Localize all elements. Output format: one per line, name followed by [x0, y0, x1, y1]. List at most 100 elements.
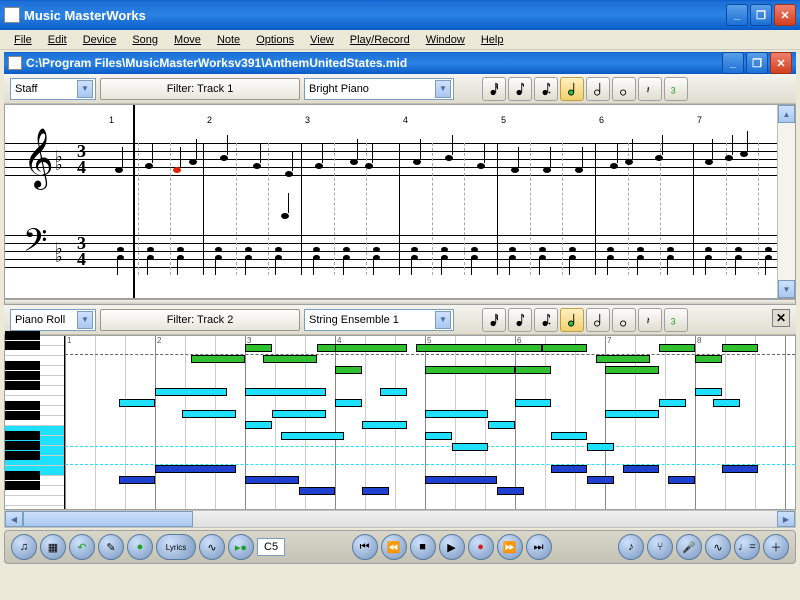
note-block[interactable]: [362, 421, 407, 429]
note-block[interactable]: [668, 476, 695, 484]
note-sixteenth-button[interactable]: [482, 308, 506, 332]
undo-icon[interactable]: ↶: [69, 534, 95, 560]
menu-file[interactable]: File: [6, 32, 40, 48]
tuning-fork-icon[interactable]: ⑂: [647, 534, 673, 560]
chevron-down-icon[interactable]: ▼: [435, 311, 451, 329]
note-block[interactable]: [605, 366, 659, 374]
note-block[interactable]: [119, 399, 155, 407]
note-block[interactable]: [722, 465, 758, 473]
note-block[interactable]: [659, 344, 695, 352]
menu-help[interactable]: Help: [473, 32, 512, 48]
filter-track2-button[interactable]: Filter: Track 2: [100, 309, 300, 331]
note-rest-button[interactable]: 𝄽: [638, 308, 662, 332]
note-block[interactable]: [722, 344, 758, 352]
note-block[interactable]: [272, 410, 326, 418]
menu-song[interactable]: Song: [124, 32, 166, 48]
note-eighth-button[interactable]: [508, 308, 532, 332]
pen-icon[interactable]: ✎: [98, 534, 124, 560]
note-block[interactable]: [155, 465, 236, 473]
staff-icon[interactable]: ♫: [11, 534, 37, 560]
note-block[interactable]: [542, 344, 587, 352]
menu-options[interactable]: Options: [248, 32, 302, 48]
note-block[interactable]: [695, 355, 722, 363]
note-block[interactable]: [245, 344, 272, 352]
minimize-button[interactable]: _: [726, 4, 748, 26]
note-quarter-button[interactable]: [560, 308, 584, 332]
scroll-right-icon[interactable]: ▶: [777, 511, 795, 527]
note-sixteenth-button[interactable]: [482, 77, 506, 101]
volume-icon[interactable]: ∿: [705, 534, 731, 560]
piano-key[interactable]: [5, 416, 64, 426]
wave-icon[interactable]: ∿: [199, 534, 225, 560]
transport-rewind[interactable]: ⏪: [381, 534, 407, 560]
menu-playrecord[interactable]: Play/Record: [342, 32, 418, 48]
note-triplet-button[interactable]: 3: [664, 308, 688, 332]
lyrics-icon[interactable]: Lyrics: [156, 534, 196, 560]
menu-window[interactable]: Window: [418, 32, 473, 48]
note-block[interactable]: [155, 388, 227, 396]
note-block[interactable]: [695, 388, 722, 396]
note-block[interactable]: [245, 388, 326, 396]
transport-record[interactable]: ●: [468, 534, 494, 560]
add-icon[interactable]: ＋: [763, 534, 789, 560]
note-block[interactable]: [605, 410, 659, 418]
menu-view[interactable]: View: [302, 32, 342, 48]
piano-key[interactable]: [5, 496, 64, 506]
note-block[interactable]: [659, 399, 686, 407]
note-block[interactable]: [623, 465, 659, 473]
note-block[interactable]: [425, 366, 515, 374]
staff-vscrollbar[interactable]: ▲ ▼: [777, 105, 795, 298]
note-block[interactable]: [551, 432, 587, 440]
note-block[interactable]: [713, 399, 740, 407]
chevron-down-icon[interactable]: ▼: [77, 311, 93, 329]
voice-icon[interactable]: ♪: [618, 534, 644, 560]
maximize-button[interactable]: ❐: [750, 4, 772, 26]
note-block[interactable]: [515, 366, 551, 374]
note-half-button[interactable]: [586, 77, 610, 101]
instrument-select-2[interactable]: String Ensemble 1 ▼: [304, 309, 454, 331]
note-eighth-dotted-button[interactable]: [534, 308, 558, 332]
view-select-pianoroll[interactable]: Piano Roll ▼: [10, 309, 96, 331]
piano-key[interactable]: [5, 486, 64, 496]
chevron-down-icon[interactable]: ▼: [435, 80, 451, 98]
piano-key[interactable]: [5, 346, 64, 356]
note-block[interactable]: [425, 476, 497, 484]
pianoroll-view[interactable]: 12345678: [4, 335, 796, 510]
note-block[interactable]: [515, 399, 551, 407]
note-triplet-button[interactable]: 3: [664, 77, 688, 101]
note-eighth-dotted-button[interactable]: [534, 77, 558, 101]
menu-note[interactable]: Note: [209, 32, 248, 48]
note-block[interactable]: [245, 476, 299, 484]
note-rest-button[interactable]: 𝄽: [638, 77, 662, 101]
doc-close-button[interactable]: ✕: [770, 52, 792, 74]
note-quarter-button[interactable]: [560, 77, 584, 101]
note-block[interactable]: [263, 355, 317, 363]
note-block[interactable]: [488, 421, 515, 429]
menu-move[interactable]: Move: [166, 32, 209, 48]
scroll-up-icon[interactable]: ▲: [778, 105, 795, 123]
doc-minimize-button[interactable]: _: [722, 52, 744, 74]
note-block[interactable]: [281, 432, 344, 440]
instrument-select-1[interactable]: Bright Piano ▼: [304, 78, 454, 100]
playhead[interactable]: [133, 105, 135, 298]
note-block[interactable]: [452, 443, 488, 451]
transport-play[interactable]: ▶: [439, 534, 465, 560]
close-button[interactable]: ✕: [774, 4, 796, 26]
scroll-thumb[interactable]: [23, 511, 193, 527]
note-whole-button[interactable]: [612, 308, 636, 332]
note-block[interactable]: [551, 465, 587, 473]
note-block[interactable]: [587, 476, 614, 484]
note-block[interactable]: [335, 399, 362, 407]
staff-view[interactable]: 𝄞𝄢♭♭♭♭34341234567 ▲ ▼: [4, 104, 796, 299]
note-block[interactable]: [182, 410, 236, 418]
mic-icon[interactable]: 🎤: [676, 534, 702, 560]
panel-close-button[interactable]: ✕: [772, 309, 790, 327]
piano-keyboard[interactable]: [5, 336, 65, 509]
transport-skip-end[interactable]: ⏭: [526, 534, 552, 560]
piano-key[interactable]: [5, 456, 64, 466]
note-block[interactable]: [191, 355, 245, 363]
pianoroll-hscrollbar[interactable]: ◀ ▶: [4, 510, 796, 528]
note-block[interactable]: [416, 344, 542, 352]
transport-stop[interactable]: ■: [410, 534, 436, 560]
note-block[interactable]: [596, 355, 650, 363]
